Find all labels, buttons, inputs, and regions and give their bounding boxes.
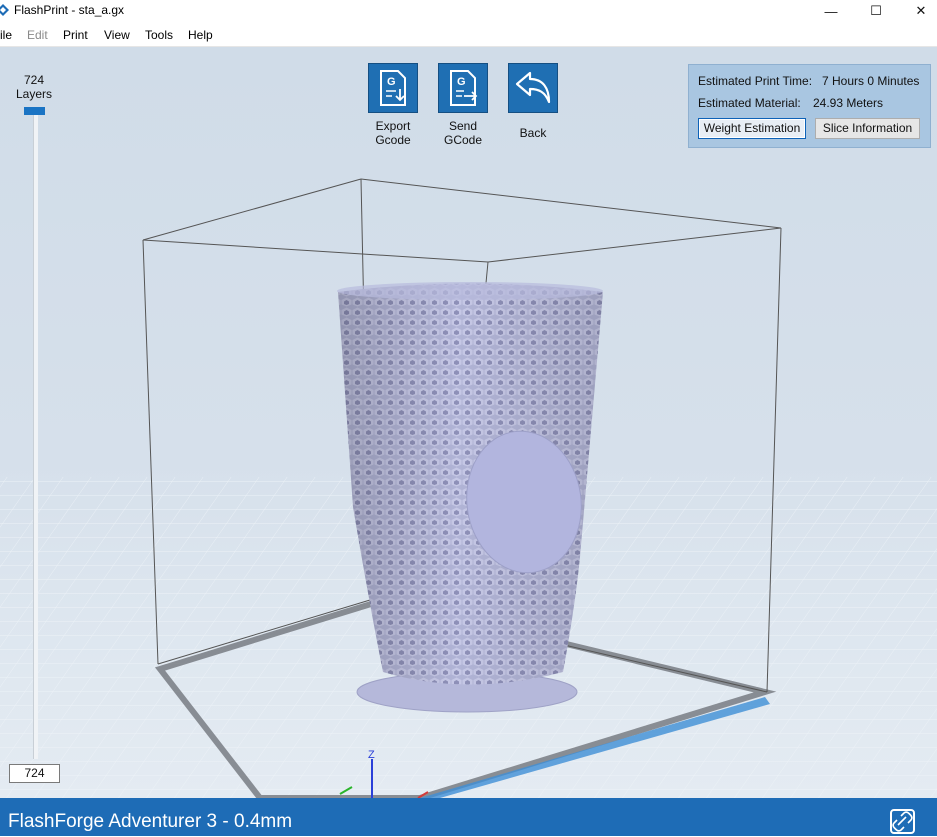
scene-render: Z xyxy=(0,178,937,798)
maximize-button[interactable]: ☐ xyxy=(853,0,899,22)
close-icon: ✕ xyxy=(915,3,927,18)
menu-tools[interactable]: Tools xyxy=(145,28,173,42)
maximize-icon: ☐ xyxy=(870,3,882,18)
flashprint-app-icon xyxy=(0,4,9,16)
back-button[interactable]: Back xyxy=(503,63,563,140)
menu-view[interactable]: View xyxy=(104,28,130,42)
export-gcode-icon: G xyxy=(368,63,418,113)
minimize-button[interactable]: — xyxy=(808,0,854,22)
export-gcode-button[interactable]: G Export Gcode xyxy=(363,63,423,147)
layer-slider-handle[interactable] xyxy=(24,107,45,115)
slice-information-button[interactable]: Slice Information xyxy=(815,118,920,139)
material-value: 24.93 Meters xyxy=(813,96,884,110)
print-time-label: Estimated Print Time: xyxy=(698,74,813,88)
print-time-value: 7 Hours 0 Minutes xyxy=(822,74,920,88)
export-gcode-label-1: Export xyxy=(375,119,411,133)
send-gcode-button[interactable]: G Send GCode xyxy=(433,63,493,147)
layer-count-label: 724 Layers xyxy=(14,73,54,101)
send-gcode-label-1: Send xyxy=(448,119,478,133)
axis-z-label: Z xyxy=(368,749,375,761)
window-title: FlashPrint - sta_a.gx xyxy=(14,3,125,17)
layer-count-value: 724 xyxy=(23,73,45,87)
layers-label: Layers xyxy=(15,87,53,101)
close-button[interactable]: ✕ xyxy=(898,0,937,22)
connect-icon[interactable] xyxy=(890,809,915,834)
menu-print[interactable]: Print xyxy=(63,28,88,42)
send-gcode-label-2: GCode xyxy=(443,133,483,147)
slice-info-panel: Estimated Print Time: 7 Hours 0 Minutes … xyxy=(688,64,931,148)
menu-help[interactable]: Help xyxy=(188,28,213,42)
cup-rim xyxy=(337,282,603,300)
send-gcode-icon: G xyxy=(438,63,488,113)
material-label: Estimated Material: xyxy=(698,96,801,110)
menu-edit[interactable]: Edit xyxy=(27,28,48,42)
svg-text:G: G xyxy=(457,76,466,88)
title-bar: FlashPrint - sta_a.gx — ☐ ✕ xyxy=(0,0,937,22)
export-gcode-label-2: Gcode xyxy=(375,133,411,147)
printer-name: FlashForge Adventurer 3 - 0.4mm xyxy=(8,811,293,832)
status-bar: FlashForge Adventurer 3 - 0.4mm xyxy=(0,798,937,836)
back-arrow-icon xyxy=(508,63,558,113)
layer-slider-track[interactable] xyxy=(33,109,38,759)
current-layer-input[interactable]: 724 xyxy=(9,764,60,783)
svg-text:G: G xyxy=(387,76,396,88)
minimize-icon: — xyxy=(824,3,838,19)
menu-bar: ile Edit Print View Tools Help xyxy=(0,24,937,47)
3d-viewport[interactable]: Z 724 Layers 724 G Export Gcode G Send G… xyxy=(0,47,937,798)
menu-file[interactable]: ile xyxy=(0,28,12,42)
back-label: Back xyxy=(519,126,547,140)
weight-estimation-button[interactable]: Weight Estimation xyxy=(698,118,806,139)
